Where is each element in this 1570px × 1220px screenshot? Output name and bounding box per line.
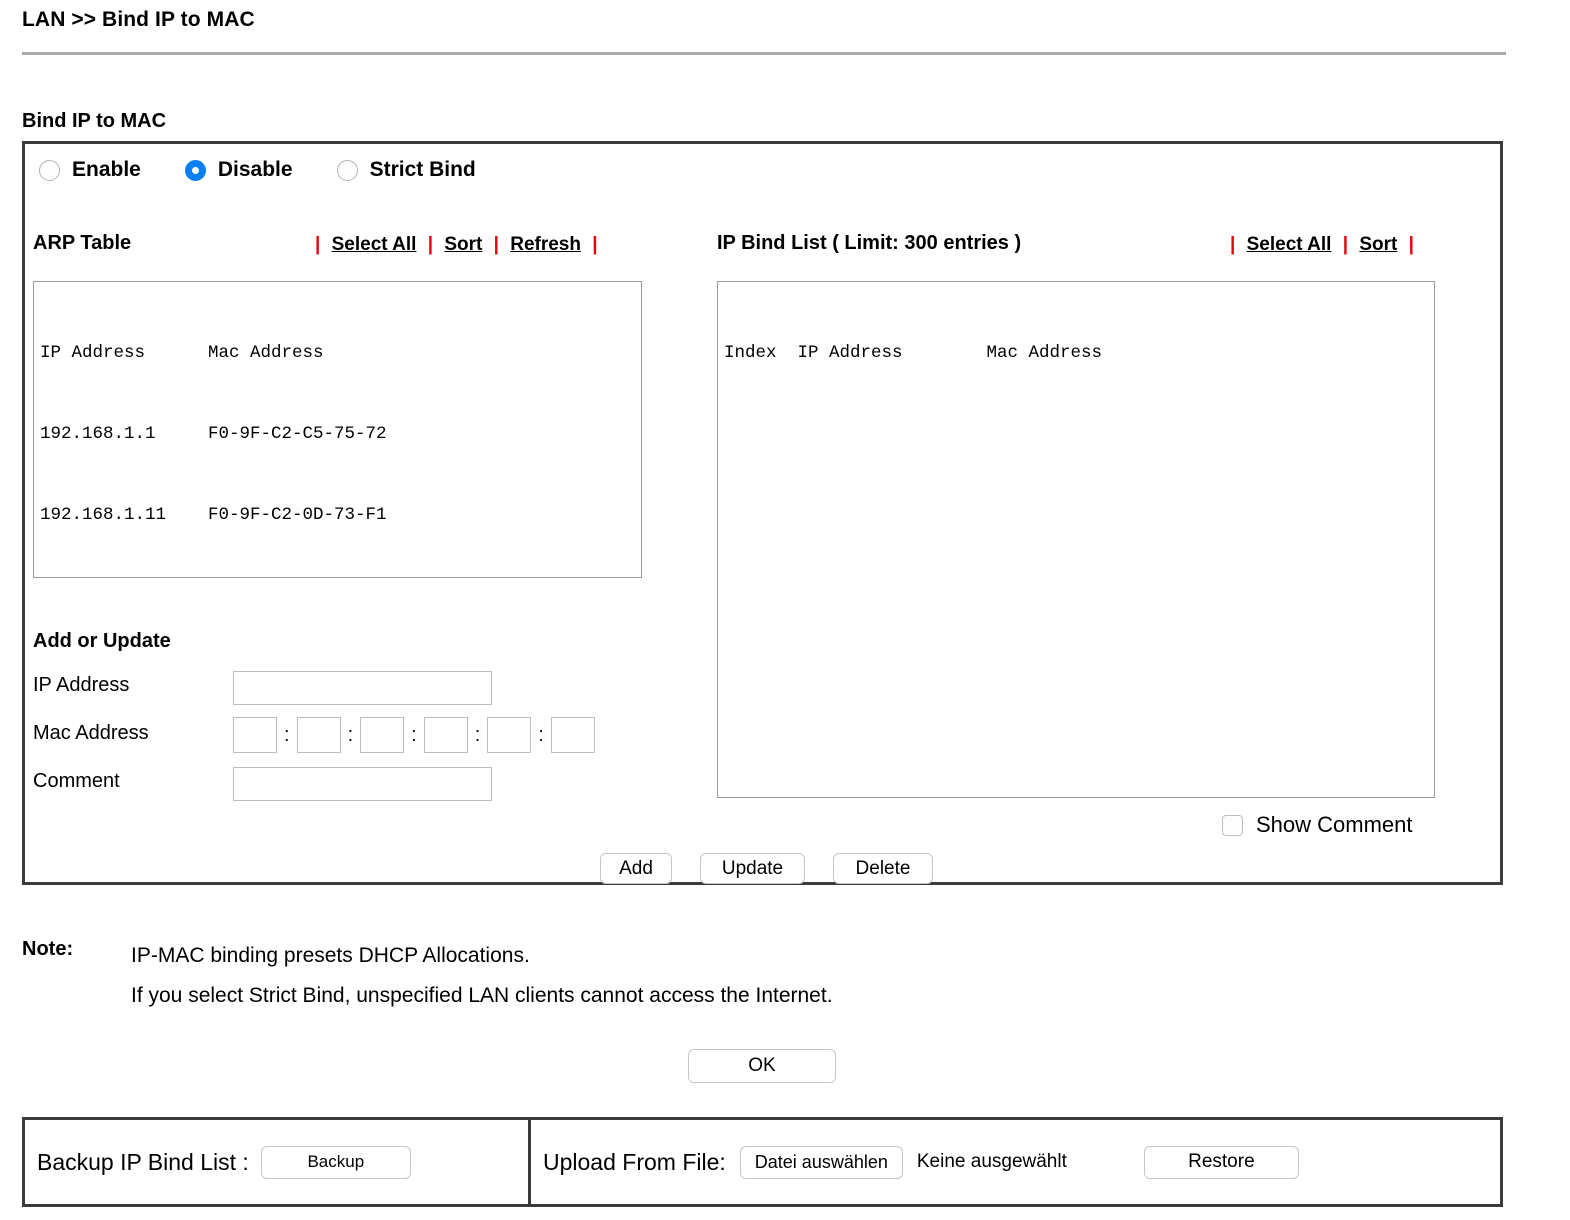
ip-bind-list-link-bar: | Select All | Sort | (1224, 234, 1420, 256)
separator-pipe: | (315, 234, 320, 255)
bind-select-all-link[interactable]: Select All (1247, 234, 1332, 255)
bind-mode-radio-group: Enable Disable Strict Bind (39, 158, 520, 182)
mac-separator-colon: : (348, 724, 354, 747)
bind-ip-to-mac-panel: Enable Disable Strict Bind ARP Table | S… (22, 141, 1503, 885)
separator-pipe: | (1230, 234, 1235, 255)
radio-icon-disable[interactable] (185, 160, 206, 181)
separator-pipe: | (1343, 234, 1348, 255)
arp-select-all-link[interactable]: Select All (332, 234, 417, 255)
comment-input[interactable] (233, 767, 492, 801)
bind-sort-link[interactable]: Sort (1359, 234, 1397, 255)
arp-sort-link[interactable]: Sort (444, 234, 482, 255)
mac-octet-3[interactable] (360, 717, 404, 753)
add-or-update-title: Add or Update (33, 630, 171, 653)
mac-address-octet-group: : : : : : (233, 717, 595, 753)
mac-octet-5[interactable] (487, 717, 531, 753)
radio-option-enable[interactable]: Enable (39, 158, 141, 182)
note-line-1: IP-MAC binding presets DHCP Allocations. (131, 936, 833, 976)
radio-label-enable: Enable (72, 158, 141, 182)
arp-table-header: IP Address Mac Address (40, 340, 635, 367)
mac-octet-1[interactable] (233, 717, 277, 753)
separator-pipe: | (592, 234, 597, 255)
separator-pipe: | (428, 234, 433, 255)
backup-button[interactable]: Backup (261, 1146, 411, 1179)
upload-label: Upload From File: (543, 1149, 726, 1176)
radio-label-strict-bind: Strict Bind (370, 158, 476, 182)
radio-icon-enable[interactable] (39, 160, 60, 181)
radio-option-disable[interactable]: Disable (185, 158, 293, 182)
title-divider (22, 52, 1506, 55)
radio-icon-strict-bind[interactable] (337, 160, 358, 181)
arp-table-link-bar: | Select All | Sort | Refresh | (309, 234, 604, 256)
mac-address-label: Mac Address (33, 722, 149, 745)
show-comment-checkbox[interactable] (1222, 815, 1243, 836)
choose-file-button[interactable]: Datei auswählen (740, 1146, 903, 1179)
restore-button[interactable]: Restore (1144, 1146, 1299, 1179)
breadcrumb: LAN >> Bind IP to MAC (22, 8, 255, 32)
separator-pipe: | (1409, 234, 1414, 255)
mac-octet-2[interactable] (297, 717, 341, 753)
comment-label: Comment (33, 770, 120, 793)
page-title: Bind IP to MAC (22, 110, 166, 133)
backup-label: Backup IP Bind List : (37, 1149, 249, 1176)
ip-address-label: IP Address (33, 674, 129, 697)
mac-separator-colon: : (538, 724, 544, 747)
backup-restore-bar: Backup IP Bind List : Backup Upload From… (22, 1117, 1503, 1207)
radio-label-disable: Disable (218, 158, 293, 182)
note-text: IP-MAC binding presets DHCP Allocations.… (131, 936, 833, 1016)
add-button[interactable]: Add (600, 853, 672, 884)
arp-refresh-link[interactable]: Refresh (510, 234, 581, 255)
mac-separator-colon: : (284, 724, 290, 747)
note-label: Note: (22, 938, 73, 961)
upload-cell: Upload From File: Datei auswählen Keine … (531, 1120, 1500, 1204)
ip-address-input[interactable] (233, 671, 492, 705)
separator-pipe: | (494, 234, 499, 255)
arp-table-title: ARP Table (33, 232, 131, 255)
list-item[interactable]: 192.168.1.1 F0-9F-C2-C5-75-72 (40, 421, 635, 448)
show-comment-label: Show Comment (1256, 812, 1413, 838)
mac-octet-6[interactable] (551, 717, 595, 753)
ip-bind-list-title: IP Bind List ( Limit: 300 entries ) (717, 232, 1021, 255)
radio-option-strict-bind[interactable]: Strict Bind (337, 158, 476, 182)
ip-bind-listbox[interactable]: Index IP Address Mac Address (717, 281, 1435, 798)
form-action-buttons: Add Update Delete (600, 853, 961, 884)
backup-cell: Backup IP Bind List : Backup (25, 1120, 531, 1204)
show-comment-row[interactable]: Show Comment (1222, 812, 1413, 838)
mac-separator-colon: : (475, 724, 481, 747)
delete-button[interactable]: Delete (833, 853, 933, 884)
list-item[interactable]: 192.168.1.11 F0-9F-C2-0D-73-F1 (40, 502, 635, 529)
update-button[interactable]: Update (700, 853, 805, 884)
ip-bind-list-header: Index IP Address Mac Address (724, 340, 1428, 367)
note-line-2: If you select Strict Bind, unspecified L… (131, 976, 833, 1016)
file-status-text: Keine ausgewählt (917, 1151, 1067, 1173)
mac-octet-4[interactable] (424, 717, 468, 753)
ok-button[interactable]: OK (688, 1049, 836, 1083)
arp-table-listbox[interactable]: IP Address Mac Address 192.168.1.1 F0-9F… (33, 281, 642, 578)
mac-separator-colon: : (411, 724, 417, 747)
